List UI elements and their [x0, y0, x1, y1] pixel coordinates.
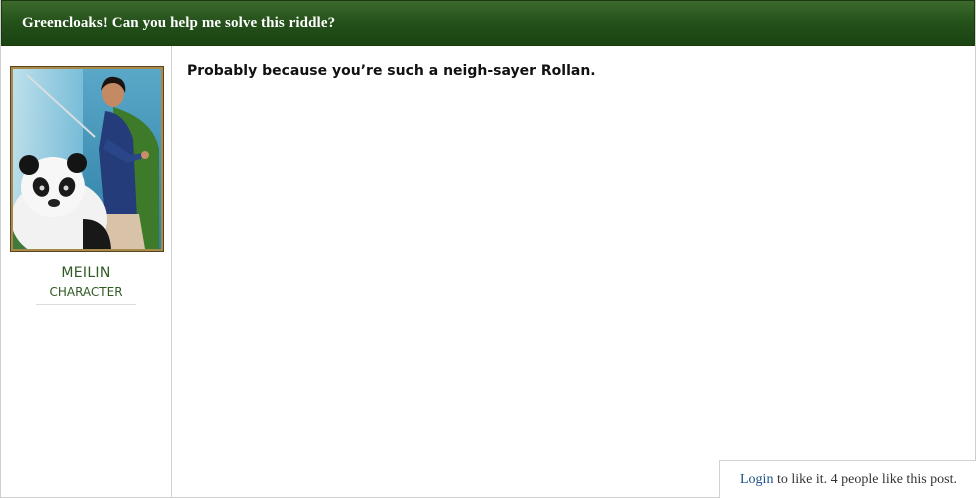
post-content: Probably because you’re such a neigh-say… — [172, 46, 976, 498]
author-panel: MEILIN CHARACTER — [1, 46, 172, 497]
forum-post: Greencloaks! Can you help me solve this … — [0, 0, 976, 498]
post-message: Probably because you’re such a neigh-say… — [187, 63, 596, 79]
login-link[interactable]: Login — [740, 472, 773, 488]
like-count-text: to like it. 4 people like this post. — [773, 471, 957, 487]
avatar-image — [13, 69, 161, 249]
author-avatar[interactable] — [11, 67, 163, 251]
post-body: MEILIN CHARACTER Probably because you’re… — [1, 46, 976, 498]
post-title: Greencloaks! Can you help me solve this … — [22, 14, 336, 31]
author-role-badge: CHARACTER — [36, 285, 136, 305]
author-name[interactable]: MEILIN — [61, 265, 110, 281]
post-header: Greencloaks! Can you help me solve this … — [1, 0, 975, 46]
like-bar: Login to like it. 4 people like this pos… — [719, 460, 976, 498]
